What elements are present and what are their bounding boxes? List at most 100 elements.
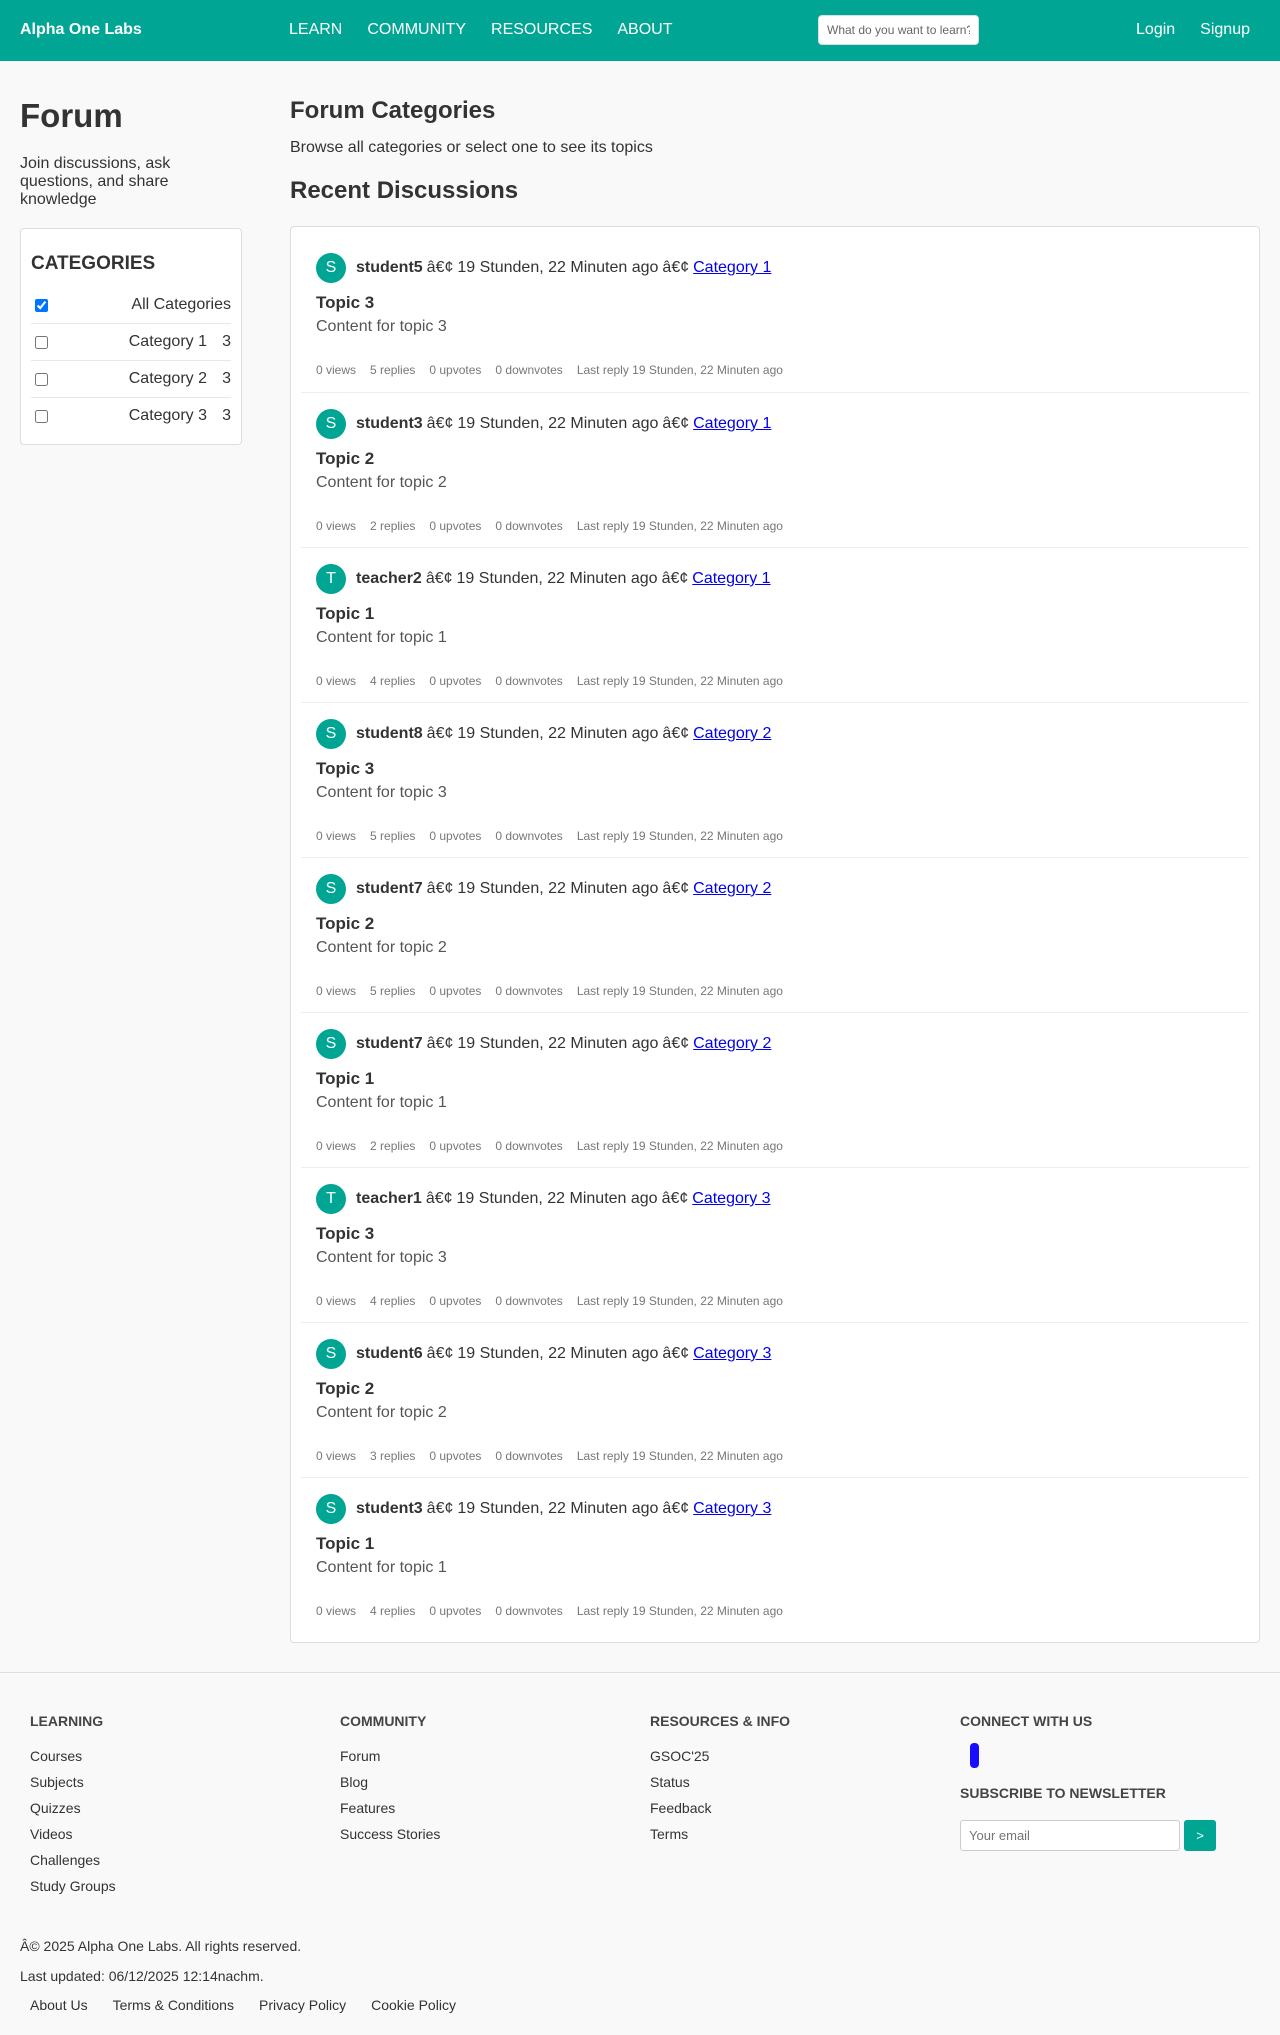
topic-title[interactable]: Topic 2: [316, 1379, 1234, 1399]
last-reply-text: Last reply 19 Stunden, 22 Minuten ago: [576, 674, 783, 688]
footer-link-subjects[interactable]: Subjects: [30, 1774, 116, 1800]
meta-separator: â€¢: [661, 570, 689, 587]
footer-link-gsoc[interactable]: GSOC'25: [650, 1748, 790, 1774]
replies-count: 5 replies: [370, 363, 416, 377]
discussion-item[interactable]: Sstudent3 â€¢ 19 Stunden, 22 Minuten ago â€…: [301, 1477, 1249, 1632]
category-link[interactable]: Category 3: [692, 1190, 770, 1208]
signup-link[interactable]: Signup: [1200, 21, 1250, 39]
post-time: 19 Stunden, 22 Minuten ago: [456, 570, 658, 587]
discussion-item[interactable]: Sstudent5 â€¢ 19 Stunden, 22 Minuten ago â€…: [301, 237, 1249, 392]
newsletter-form: >: [960, 1820, 1250, 1851]
topic-title[interactable]: Topic 1: [316, 604, 1234, 624]
discussion-item[interactable]: Tteacher2 â€¢ 19 Stunden, 22 Minuten ago â€…: [301, 547, 1249, 702]
meta-separator: â€¢: [662, 725, 690, 742]
footer-link-features[interactable]: Features: [340, 1800, 440, 1826]
category-filter-1[interactable]: Category 1 3: [31, 323, 231, 360]
meta-separator: â€¢: [426, 415, 454, 432]
views-count: 0 views: [316, 674, 357, 688]
legal-link-terms[interactable]: Terms & Conditions: [113, 1997, 234, 2013]
avatar: S: [316, 253, 346, 283]
footer-link-videos[interactable]: Videos: [30, 1826, 116, 1852]
topic-title[interactable]: Topic 1: [316, 1069, 1234, 1089]
discussion-item[interactable]: Sstudent3 â€¢ 19 Stunden, 22 Minuten ago â€…: [301, 392, 1249, 547]
nav-resources[interactable]: RESOURCES: [491, 21, 592, 39]
post-time: 19 Stunden, 22 Minuten ago: [457, 259, 659, 276]
nav-about[interactable]: ABOUT: [617, 21, 672, 39]
category-link[interactable]: Category 1: [693, 415, 771, 433]
topic-excerpt: Content for topic 2: [316, 474, 447, 491]
category-link[interactable]: Category 3: [693, 1345, 771, 1363]
category-link[interactable]: Category 1: [692, 570, 770, 588]
category-checkbox-2[interactable]: [35, 372, 48, 386]
meta-separator: â€¢: [425, 570, 453, 587]
search-input[interactable]: [818, 15, 979, 45]
footer-link-challenges[interactable]: Challenges: [30, 1852, 116, 1878]
post-time: 19 Stunden, 22 Minuten ago: [457, 725, 659, 742]
category-filter-3[interactable]: Category 3 3: [31, 397, 231, 434]
meta-separator: â€¢: [426, 725, 454, 742]
post-time: 19 Stunden, 22 Minuten ago: [457, 1500, 659, 1517]
topic-excerpt: Content for topic 1: [316, 1094, 447, 1111]
category-link[interactable]: Category 2: [693, 880, 771, 898]
footer-link-feedback[interactable]: Feedback: [650, 1800, 790, 1826]
topic-title[interactable]: Topic 2: [316, 449, 1234, 469]
category-checkbox-all[interactable]: [35, 298, 48, 312]
category-filter-all[interactable]: All Categories: [31, 287, 231, 323]
upvotes-count: 0 upvotes: [429, 519, 482, 533]
footer-link-quizzes[interactable]: Quizzes: [30, 1800, 116, 1826]
category-link[interactable]: Category 1: [693, 259, 771, 277]
last-updated-text: Last updated: 06/12/2025 12:14nachm.: [20, 1968, 264, 1984]
newsletter-email-input[interactable]: [960, 1820, 1180, 1851]
category-label: Category 2: [128, 370, 207, 387]
brand-logo-text[interactable]: Alpha One Labs: [20, 21, 142, 39]
topic-title[interactable]: Topic 2: [316, 914, 1234, 934]
discussion-item[interactable]: Sstudent6 â€¢ 19 Stunden, 22 Minuten ago â€…: [301, 1322, 1249, 1477]
footer-community: COMMUNITY Forum Blog Features Success St…: [340, 1713, 440, 1852]
legal-link-privacy[interactable]: Privacy Policy: [259, 1997, 346, 2013]
footer-link-terms[interactable]: Terms: [650, 1826, 790, 1852]
category-link[interactable]: Category 2: [693, 725, 771, 743]
downvotes-count: 0 downvotes: [495, 1604, 563, 1618]
discussion-meta: Sstudent7 â€¢ 19 Stunden, 22 Minuten ago â€…: [316, 873, 1234, 905]
category-link[interactable]: Category 3: [693, 1500, 771, 1518]
footer-link-courses[interactable]: Courses: [30, 1748, 116, 1774]
nav-community[interactable]: COMMUNITY: [367, 21, 466, 39]
topic-title[interactable]: Topic 3: [316, 293, 1234, 313]
discussion-item[interactable]: Sstudent8 â€¢ 19 Stunden, 22 Minuten ago â€…: [301, 702, 1249, 857]
discussion-item[interactable]: Tteacher1 â€¢ 19 Stunden, 22 Minuten ago â€…: [301, 1167, 1249, 1322]
topic-title[interactable]: Topic 3: [316, 1224, 1234, 1244]
replies-count: 4 replies: [370, 1604, 416, 1618]
category-checkbox-1[interactable]: [35, 335, 48, 349]
views-count: 0 views: [316, 984, 357, 998]
footer-heading: RESOURCES & INFO: [650, 1713, 791, 1729]
category-link[interactable]: Category 2: [693, 1035, 771, 1053]
newsletter-heading: SUBSCRIBE TO NEWSLETTER: [960, 1785, 1166, 1801]
category-label: Category 3: [128, 407, 207, 424]
footer-link-forum[interactable]: Forum: [340, 1748, 440, 1774]
category-checkbox-3[interactable]: [35, 409, 48, 423]
newsletter-submit-button[interactable]: >: [1184, 1820, 1216, 1851]
legal-link-cookie[interactable]: Cookie Policy: [371, 1997, 456, 2013]
social-link-icon[interactable]: [970, 1743, 979, 1768]
discussion-item[interactable]: Sstudent7 â€¢ 19 Stunden, 22 Minuten ago â€…: [301, 857, 1249, 1012]
last-reply-text: Last reply 19 Stunden, 22 Minuten ago: [576, 1449, 783, 1463]
footer-link-study-groups[interactable]: Study Groups: [30, 1878, 116, 1904]
author-name: teacher1: [356, 1190, 422, 1207]
footer-link-status[interactable]: Status: [650, 1774, 790, 1800]
site-footer: LEARNING Courses Subjects Quizzes Videos…: [0, 1672, 1280, 2035]
post-time: 19 Stunden, 22 Minuten ago: [457, 415, 659, 432]
meta-separator: â€¢: [661, 1190, 689, 1207]
legal-link-about[interactable]: About Us: [30, 1997, 88, 2013]
footer-link-blog[interactable]: Blog: [340, 1774, 440, 1800]
author-name: student6: [356, 1345, 423, 1362]
footer-link-success-stories[interactable]: Success Stories: [340, 1826, 440, 1852]
meta-separator: â€¢: [426, 1345, 454, 1362]
nav-learn[interactable]: LEARN: [289, 21, 342, 39]
category-filter-2[interactable]: Category 2 3: [31, 360, 231, 397]
top-navbar: Alpha One Labs LEARN COMMUNITY RESOURCES…: [0, 0, 1280, 61]
discussion-item[interactable]: Sstudent7 â€¢ 19 Stunden, 22 Minuten ago â€…: [301, 1012, 1249, 1167]
login-link[interactable]: Login: [1136, 21, 1175, 39]
topic-title[interactable]: Topic 1: [316, 1534, 1234, 1554]
author-name: student8: [356, 725, 423, 742]
topic-title[interactable]: Topic 3: [316, 759, 1234, 779]
